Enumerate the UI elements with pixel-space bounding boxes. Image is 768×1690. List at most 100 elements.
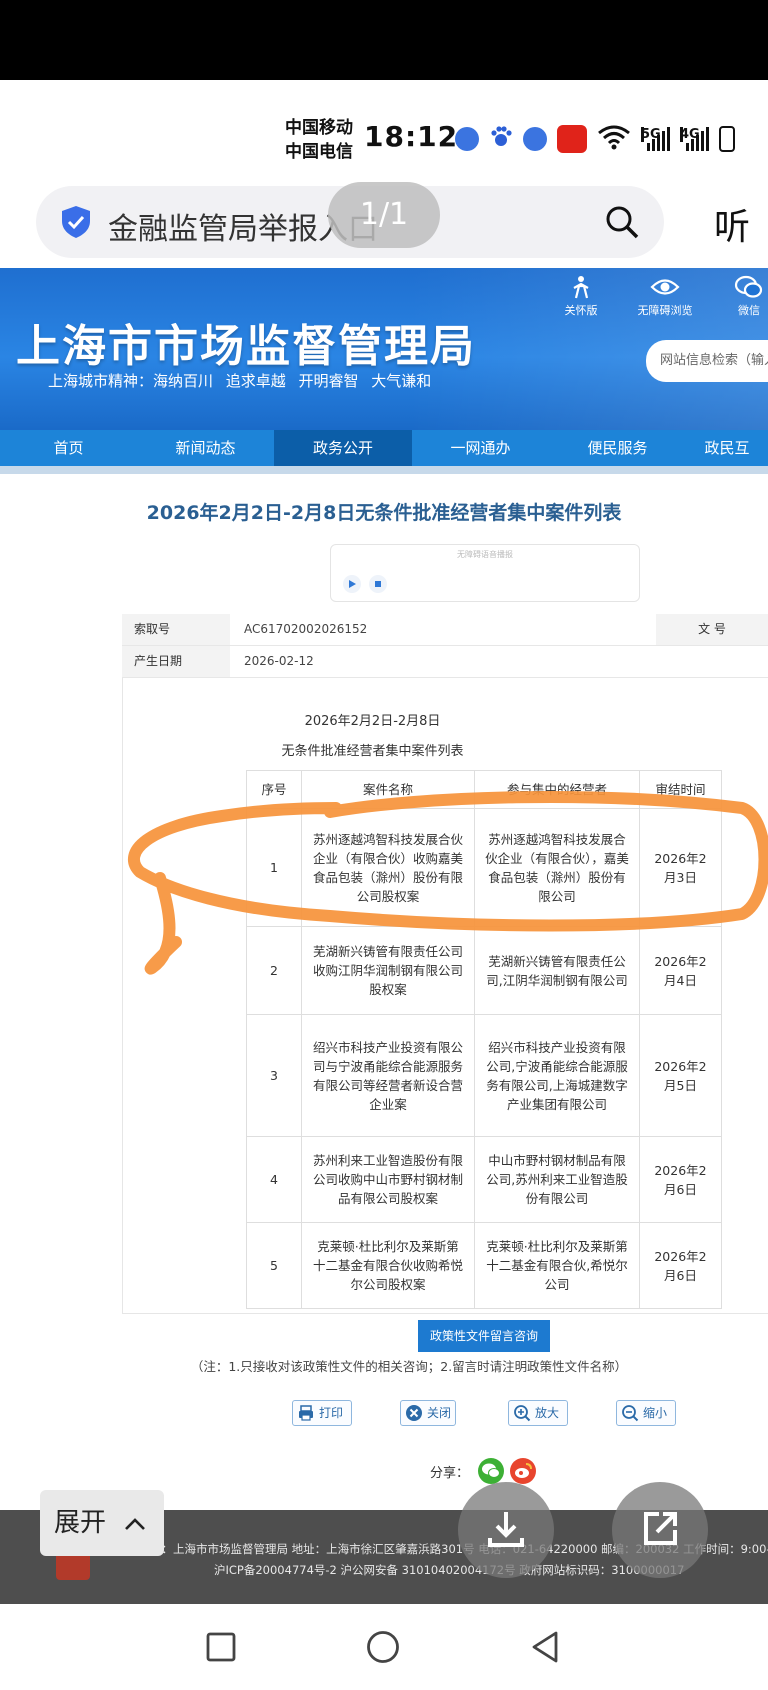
nav-government-affairs[interactable]: 政务公开: [274, 430, 412, 466]
print-button[interactable]: 打印: [292, 1400, 352, 1426]
zoom-out-button[interactable]: 缩小: [616, 1400, 676, 1426]
signal-4g-icon: 4G: [680, 127, 709, 151]
app-notification-icon: [455, 127, 479, 151]
case-parties: 克莱顿·杜比利尔及莱斯第十二基金有限合伙,希悦尔公司: [474, 1222, 640, 1309]
article-title: 2026年2月2日-2月8日无条件批准经营者集中案件列表: [146, 502, 622, 524]
case-number: 5: [246, 1222, 302, 1309]
wechat-link[interactable]: 微信: [720, 274, 768, 318]
shield-icon: [60, 205, 92, 239]
index-value: AC61702002026152: [244, 622, 368, 636]
case-parties: 绍兴市科技产业投资有限公司,宁波甬能综合能源服务有限公司,上海城建数字产业集团有…: [474, 1014, 640, 1137]
case-date: 2026年2月6日: [639, 1136, 722, 1223]
case-date: 2026年2月6日: [639, 1222, 722, 1309]
weibo-share-icon[interactable]: [510, 1458, 536, 1484]
accessibility-label: 无障碍浏览: [637, 304, 693, 317]
close-button[interactable]: 关闭: [400, 1400, 456, 1426]
eye-icon: [650, 279, 680, 295]
date-value: 2026-02-12: [244, 654, 314, 668]
care-mode-icon: [573, 276, 589, 299]
nav-public-service[interactable]: 便民服务: [549, 430, 686, 466]
external-link-icon: [644, 1512, 677, 1545]
stop-button[interactable]: [369, 575, 387, 593]
share-label: 分享：: [430, 1466, 470, 1481]
consult-note: （注：1.只接收对该政策性文件的相关咨询；2.留言时请注明政策性文件名称）: [190, 1359, 628, 1374]
date-label: 产生日期: [122, 646, 230, 677]
meta-row-date: 产生日期 2026-02-12: [122, 646, 768, 678]
site-search-input[interactable]: 网站信息检索（输入: [646, 340, 768, 382]
download-icon: [488, 1512, 524, 1547]
site-title: 上海市市场监督管理局: [16, 321, 476, 372]
status-clock: 18:12: [364, 120, 459, 153]
table-row: 2 芜湖新兴铸管有限责任公司收购江阴华润制钢有限公司股权案 芜湖新兴铸管有限责任…: [246, 926, 722, 1015]
share-external-button[interactable]: [612, 1482, 708, 1578]
wifi-icon: [597, 124, 631, 154]
battery-icon: [719, 126, 735, 152]
status-icons: 5G 4G: [455, 124, 735, 154]
table-row: 4 苏州利来工业智造股份有限公司收购中山市野村钢材制品有限公司股权案 中山市野村…: [246, 1136, 722, 1223]
zoom-in-icon: [514, 1405, 531, 1422]
print-label: 打印: [319, 1406, 344, 1420]
care-mode-link[interactable]: 关怀版: [552, 274, 610, 318]
table-row: 1 苏州逐越鸿智科技发展合伙企业（有限合伙）收购嘉美食品包装（滁州）股份有限公司…: [246, 808, 722, 927]
wechat-share-icon[interactable]: [478, 1458, 504, 1484]
case-parties: 中山市野村钢材制品有限公司,苏州利来工业智造股份有限公司: [474, 1136, 640, 1223]
wechat-icon: [734, 275, 763, 298]
column-header: 案件名称: [301, 770, 475, 809]
chevron-up-icon: [125, 1517, 146, 1530]
page-counter: 1/1: [328, 182, 440, 248]
case-date: 2026年2月4日: [639, 926, 722, 1015]
play-icon: [349, 580, 356, 588]
system-navigation-bar: [0, 1604, 768, 1690]
carrier-1: 中国移动: [285, 118, 353, 138]
table-row: 5 克莱顿·杜比利尔及莱斯第十二基金有限合伙收购希悦尔公司股权案 克莱顿·杜比利…: [246, 1222, 722, 1309]
accessibility-link[interactable]: 无障碍浏览: [626, 274, 704, 318]
nav-one-stop-service[interactable]: 一网通办: [412, 430, 549, 466]
footer-registration: 沪ICP备20004774号-2 沪公网安备 31010402004172号 政…: [214, 1563, 685, 1577]
meta-row-index: 索取号 AC61702002026152 文 号: [122, 614, 768, 646]
audio-player: 无障碍语音播报: [330, 544, 640, 602]
main-nav: 首页 新闻动态 政务公开 一网通办 便民服务 政民互: [0, 430, 768, 466]
table-header-row: 序号 案件名称 参与集中的经营者 审结时间: [246, 770, 722, 809]
download-button[interactable]: [458, 1482, 554, 1578]
nav-news[interactable]: 新闻动态: [137, 430, 274, 466]
zoom-out-icon: [622, 1405, 639, 1422]
search-icon[interactable]: [604, 204, 640, 240]
expand-button[interactable]: 展开: [40, 1490, 164, 1556]
case-name: 苏州逐越鸿智科技发展合伙企业（有限合伙）收购嘉美食品包装（滁州）股份有限公司股权…: [301, 808, 475, 927]
table-row: 3 绍兴市科技产业投资有限公司与宁波甬能综合能源服务有限公司等经营者新设合营企业…: [246, 1014, 722, 1137]
case-name: 绍兴市科技产业投资有限公司与宁波甬能综合能源服务有限公司等经营者新设合营企业案: [301, 1014, 475, 1137]
case-number: 3: [246, 1014, 302, 1137]
case-parties: 芜湖新兴铸管有限责任公司,江阴华润制钢有限公司: [474, 926, 640, 1015]
index-label: 索取号: [122, 614, 230, 645]
nav-bottom-strip: [0, 466, 768, 474]
carrier-names: 中国移动 中国电信: [285, 116, 353, 164]
case-number: 4: [246, 1136, 302, 1223]
play-button[interactable]: [343, 575, 361, 593]
listen-button[interactable]: 听: [714, 198, 750, 250]
care-mode-label: 关怀版: [564, 304, 598, 317]
column-header: 参与集中的经营者: [474, 770, 640, 809]
home-icon[interactable]: [366, 1630, 400, 1664]
policy-consult-button[interactable]: 政策性文件留言咨询: [418, 1320, 550, 1352]
case-number: 2: [246, 926, 302, 1015]
column-header: 审结时间: [639, 770, 722, 809]
close-label: 关闭: [427, 1406, 452, 1420]
zoom-in-button[interactable]: 放大: [508, 1400, 568, 1426]
close-icon: [406, 1405, 422, 1421]
document-subtitle: 无条件批准经营者集中案件列表: [281, 744, 464, 759]
nav-citizen-interaction[interactable]: 政民互: [686, 430, 768, 466]
player-caption: 无障碍语音播报: [457, 550, 513, 559]
doc-number-label: 文 号: [656, 614, 768, 645]
case-date: 2026年2月5日: [639, 1014, 722, 1137]
document-date: 2026年2月2日-2月8日: [304, 714, 441, 729]
case-name: 克莱顿·杜比利尔及莱斯第十二基金有限合伙收购希悦尔公司股权案: [301, 1222, 475, 1309]
wechat-label: 微信: [738, 304, 760, 317]
header-tools: 关怀版 无障碍浏览 微信: [552, 274, 768, 318]
column-header: 序号: [246, 770, 302, 809]
recent-apps-icon[interactable]: [206, 1632, 236, 1662]
back-icon[interactable]: [530, 1630, 560, 1664]
signal-5g-icon: 5G: [641, 127, 670, 151]
case-name: 苏州利来工业智造股份有限公司收购中山市野村钢材制品有限公司股权案: [301, 1136, 475, 1223]
article-meta: 索取号 AC61702002026152 文 号 产生日期 2026-02-12: [122, 614, 768, 678]
nav-home[interactable]: 首页: [0, 430, 137, 466]
